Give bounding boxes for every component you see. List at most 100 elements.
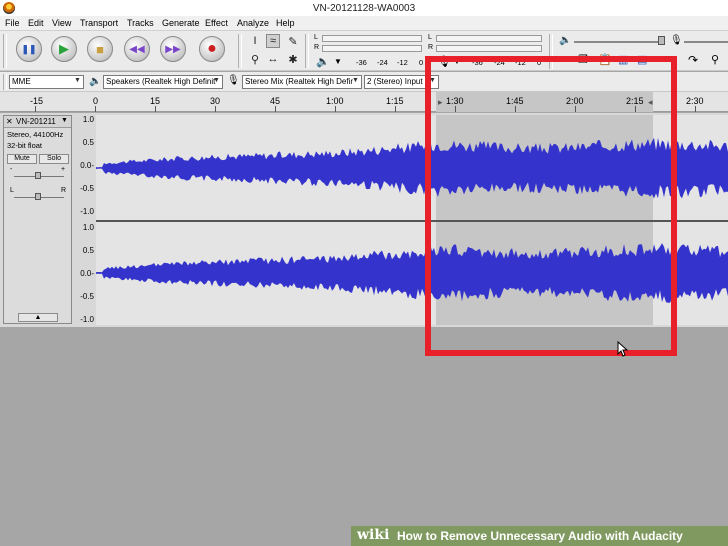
pan-left-label: L [10, 187, 14, 194]
skip-to-start-button[interactable]: ◀◀ [124, 36, 150, 62]
output-meter-left: L [314, 34, 318, 41]
empty-project-area [0, 327, 728, 546]
input-meter-right: R [428, 44, 434, 51]
menu-transport[interactable]: Transport [80, 18, 118, 28]
ruler-tick [215, 106, 216, 112]
pause-icon: ❚❚ [21, 43, 37, 54]
play-icon: ▶ [59, 41, 69, 56]
footer-brand: wiki [357, 527, 390, 543]
output-meter-bar-right [322, 45, 422, 52]
output-device-select[interactable]: Speakers (Realtek High Definit ▼ [103, 75, 223, 89]
scale-label: 0.0- [80, 269, 94, 278]
envelope-tool-icon[interactable]: ≈ [266, 34, 280, 48]
menu-generate[interactable]: Generate [162, 18, 200, 28]
chevron-down-icon: ▼ [352, 77, 359, 84]
track-rate: Stereo, 44100Hz [7, 130, 64, 139]
volume-slider-thumb[interactable] [658, 36, 665, 45]
menu-effect[interactable]: Effect [205, 18, 228, 28]
skip-end-icon: ▶▶ [165, 43, 181, 55]
timeshift-tool-icon[interactable]: ↔ [266, 52, 280, 66]
record-button[interactable]: ● [199, 36, 225, 62]
output-meter-bar-left [322, 35, 422, 42]
input-device-value: Stereo Mix (Realtek High Defir [245, 77, 354, 86]
mic-volume-slider-track[interactable] [684, 41, 728, 43]
window-title: VN-20121128-WA0003 [312, 3, 416, 14]
output-scale-0: 0 [419, 58, 424, 67]
ruler-label: 1:00 [326, 96, 344, 106]
gain-plus-label: + [61, 166, 66, 173]
device-grip[interactable] [3, 74, 7, 90]
speaker-icon: 🔈 [89, 76, 102, 87]
mute-button[interactable]: Mute [7, 154, 37, 164]
menu-tracks[interactable]: Tracks [127, 18, 154, 28]
skip-start-icon: ◀◀ [129, 43, 145, 55]
ruler-label: 0 [93, 96, 99, 106]
ruler-tick [35, 106, 36, 112]
tools-grip[interactable] [238, 34, 242, 68]
ruler-tick [155, 106, 156, 112]
output-meter-dropdown-icon[interactable]: ▼ [334, 57, 342, 66]
track-format: 32-bit float [7, 141, 43, 150]
menu-analyze[interactable]: Analyze [237, 18, 269, 28]
ruler-tick [95, 106, 96, 112]
chevron-down-icon: ▼ [213, 77, 220, 84]
pan-slider-thumb[interactable] [35, 193, 41, 200]
draw-tool-icon[interactable]: ✎ [286, 34, 300, 48]
ruler-label: 30 [210, 96, 221, 106]
ruler-tick [695, 106, 696, 112]
highlight-box [425, 56, 677, 356]
ruler-tick [275, 106, 276, 112]
volume-slider-track[interactable] [574, 41, 664, 43]
input-channels-value: 2 (Stereo) Input [367, 77, 423, 86]
output-scale-24: -24 [377, 58, 388, 67]
stop-button[interactable]: ■ [87, 36, 113, 62]
input-meter-left: L [428, 34, 432, 41]
ruler-label: 15 [150, 96, 161, 106]
speaker-meter-icon[interactable]: 🔈 [316, 55, 330, 68]
audio-host-select[interactable]: MME ▼ [9, 75, 84, 89]
collapse-track-button[interactable]: ▲ [18, 313, 58, 322]
wikihow-footer: wiki How to Remove Unnecessary Audio wit… [351, 526, 728, 546]
menu-file[interactable]: File [5, 18, 20, 28]
microphone-volume-icon: 🎙 [670, 35, 683, 46]
scale-label: 1.0 [82, 115, 94, 124]
output-scale-36: -36 [356, 58, 367, 67]
ruler-label: -15 [30, 96, 44, 106]
redo-icon[interactable]: ↷ [688, 53, 698, 67]
input-device-select[interactable]: Stereo Mix (Realtek High Defir ▼ [242, 75, 362, 89]
chevron-down-icon: ▼ [74, 77, 81, 84]
menu-view[interactable]: View [52, 18, 71, 28]
stop-icon: ■ [96, 41, 104, 57]
track-menu-chevron-icon[interactable]: ▼ [61, 117, 68, 124]
solo-button[interactable]: Solo [39, 154, 69, 164]
scale-label: 0.0- [80, 161, 94, 170]
output-meter-right: R [314, 44, 320, 51]
pan-right-label: R [61, 187, 67, 194]
mouse-cursor-icon [617, 341, 629, 357]
gain-slider-thumb[interactable] [35, 172, 41, 179]
input-meter-bar-left [436, 35, 542, 42]
meter-grip[interactable] [305, 34, 309, 68]
track-name-menu[interactable]: ✕ VN-201211 ▼ [4, 116, 71, 128]
track-control-panel: ✕ VN-201211 ▼ Stereo, 44100Hz 32-bit flo… [3, 115, 72, 324]
menu-edit[interactable]: Edit [28, 18, 44, 28]
track-close-icon[interactable]: ✕ [6, 117, 13, 126]
output-device-value: Speakers (Realtek High Definit [106, 77, 216, 86]
scale-label: 1.0 [82, 223, 94, 232]
record-icon: ● [207, 40, 217, 57]
play-button[interactable]: ▶ [51, 36, 77, 62]
scale-label: 0.5 [82, 138, 94, 147]
multi-tool-icon[interactable]: ✱ [286, 52, 300, 66]
pause-button[interactable]: ❚❚ [16, 36, 42, 62]
zoom-tool-icon[interactable]: ⚲ [248, 52, 262, 66]
ruler-tick [395, 106, 396, 112]
sync-lock-icon[interactable]: ⚲ [711, 53, 719, 66]
scale-label: -0.5 [80, 292, 94, 301]
microphone-icon: 🎙 [227, 75, 240, 86]
ruler-label: 45 [270, 96, 281, 106]
output-scale-12: -12 [397, 58, 408, 67]
toolbar-grip[interactable] [3, 34, 7, 68]
selection-tool-icon[interactable]: I [248, 34, 262, 48]
menu-help[interactable]: Help [276, 18, 295, 28]
skip-to-end-button[interactable]: ▶▶ [160, 36, 186, 62]
